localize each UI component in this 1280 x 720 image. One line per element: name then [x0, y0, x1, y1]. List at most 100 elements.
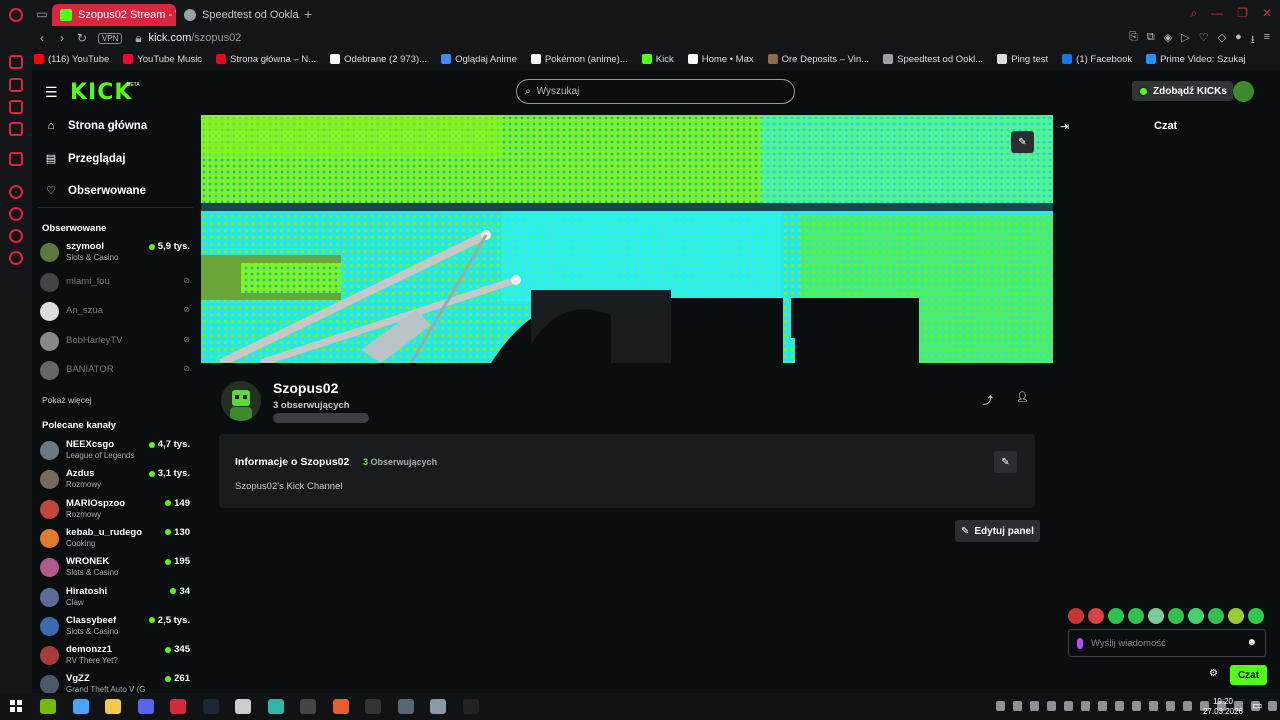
emote-icon[interactable] [1068, 608, 1084, 624]
profile-avatar[interactable] [221, 381, 261, 421]
player-icon[interactable] [9, 185, 23, 199]
emote-icon[interactable] [1148, 608, 1164, 624]
show-more-link[interactable]: Pokaż więcej [42, 395, 92, 405]
back-icon[interactable]: ‹ [32, 31, 52, 45]
youtube-icon[interactable] [9, 152, 23, 166]
tray-icon[interactable] [996, 701, 1005, 711]
pinboard-icon[interactable] [9, 229, 23, 243]
taskbar-app-icon[interactable] [202, 699, 219, 714]
followed-channel[interactable]: miami_fou ⊘ [40, 271, 190, 295]
emote-icon[interactable] [1108, 608, 1124, 624]
bookmark-item[interactable]: Speedtest od Ookl... [883, 54, 983, 65]
settings-icon[interactable] [9, 251, 23, 265]
nav-following[interactable]: ♡ Obserwowane [45, 184, 146, 198]
bookmark-item[interactable]: Strona główna – N... [216, 54, 316, 65]
whatsapp-icon[interactable] [9, 100, 23, 114]
tray-icon[interactable] [1268, 701, 1277, 711]
emote-icon[interactable] [1228, 608, 1244, 624]
emote-icon[interactable] [1248, 608, 1264, 624]
microphone-icon[interactable] [1077, 637, 1083, 649]
taskbar-app-icon[interactable] [235, 699, 251, 714]
followed-channel[interactable]: szymool Slots & Casino 5,9 tys. [40, 241, 190, 265]
recommended-channel[interactable]: kebab_u_rudego Cooking 130 [40, 527, 190, 551]
minimize-icon[interactable]: — [1211, 6, 1223, 21]
emoji-icon[interactable]: ☻ [1246, 637, 1257, 648]
taskbar-app-icon[interactable] [397, 699, 414, 714]
followed-channel[interactable]: An_szua ⊘ [40, 300, 190, 324]
user-avatar[interactable] [1233, 81, 1254, 102]
chat-send-button[interactable]: Czat [1230, 665, 1267, 685]
collapse-chat-icon[interactable]: ⇥ [1060, 120, 1069, 133]
opera-logo-icon[interactable] [9, 8, 23, 22]
tray-icon[interactable] [1013, 701, 1022, 711]
taskbar-app-icon[interactable] [72, 699, 89, 714]
taskbar-app-icon[interactable] [105, 699, 121, 714]
close-icon[interactable]: ✕ [1262, 6, 1272, 21]
tray-icon[interactable] [1115, 701, 1124, 711]
followed-channel[interactable]: BANIATOR ⊘ [40, 359, 190, 383]
clock[interactable]: 19:20 27.03.2026 [1199, 697, 1247, 717]
emote-icon[interactable] [1208, 608, 1224, 624]
tray-icon[interactable] [1149, 701, 1158, 711]
bookmark-item[interactable]: (1) Facebook [1062, 54, 1132, 65]
bookmark-item[interactable]: Kick [641, 54, 674, 65]
search-input[interactable]: ⌕ Wyszukaj [516, 79, 795, 104]
kick-logo[interactable]: KICK [70, 80, 132, 105]
maximize-icon[interactable]: ❐ [1237, 6, 1248, 21]
recommended-channel[interactable]: Classybeef Slots & Casino 2,5 tys. [40, 615, 190, 639]
get-kicks-button[interactable]: Zdobądź KICKs [1132, 81, 1233, 101]
taskbar-app-icon[interactable] [137, 699, 154, 714]
search-tabs-icon[interactable]: ⌕ [1190, 6, 1197, 21]
taskbar-app-icon[interactable] [430, 699, 446, 714]
tab-menu-icon[interactable]: ▭ [32, 7, 52, 21]
nav-home[interactable]: ⌂ Strona główna [45, 120, 148, 132]
bookmark-item[interactable]: Pokémon (anime)... [530, 54, 628, 65]
share-icon[interactable]: ⤴ [983, 392, 993, 407]
notification-icon[interactable]: ▭ [1252, 699, 1262, 712]
tray-icon[interactable] [1132, 701, 1141, 711]
recommended-channel[interactable]: WRONEK Slots & Casino 195 [40, 556, 190, 580]
new-tab-button[interactable]: + [304, 6, 312, 22]
tab-kick[interactable]: Szopus02 Stream - Watch [52, 4, 176, 26]
emote-icon[interactable] [1128, 608, 1144, 624]
vpn-badge[interactable]: VPN [98, 32, 123, 44]
bookmark-item[interactable]: Oglądaj Anime [441, 54, 517, 65]
taskbar-app-icon[interactable] [170, 699, 186, 714]
recommended-channel[interactable]: Azdus Rozmowy 3,1 tys. [40, 468, 190, 492]
edit-panel-button[interactable]: ✎ Edytuj panel [955, 520, 1040, 542]
chat-message-input[interactable]: Wyślij wiadomość ☻ [1068, 629, 1266, 657]
bookmark-item[interactable]: YouTube Music [123, 54, 202, 65]
recommended-channel[interactable]: NEEXcsgo League of Legends 4,7 tys. [40, 439, 190, 463]
emote-icon[interactable] [1088, 608, 1104, 624]
hamburger-menu-icon[interactable]: ☰ [45, 85, 58, 99]
emote-icon[interactable] [1188, 608, 1204, 624]
emote-icon[interactable] [1168, 608, 1184, 624]
tray-icon[interactable] [1047, 701, 1056, 711]
tray-icon[interactable] [1166, 701, 1175, 711]
tray-icon[interactable] [1030, 701, 1039, 711]
bookmark-item[interactable]: Ore Deposits – Vin... [767, 54, 869, 65]
recommended-channel[interactable]: demonzz1 RV There Yet? 345 [40, 644, 190, 668]
bookmark-item[interactable]: Ping test [997, 54, 1048, 65]
tray-icon[interactable] [1081, 701, 1090, 711]
edit-about-button[interactable]: ✎ [994, 451, 1017, 473]
taskbar-app-icon[interactable] [267, 699, 284, 714]
recommended-channel[interactable]: Hiratoshi Claw 34 [40, 586, 190, 610]
url-host[interactable]: kick.com [148, 32, 191, 44]
recommended-channel[interactable]: MARIOspzoo Rozmowy 149 [40, 498, 190, 522]
taskbar-app-icon[interactable] [365, 699, 381, 714]
history-icon[interactable] [9, 207, 23, 221]
bookmark-item[interactable]: (116) YouTube [34, 54, 109, 65]
url-path[interactable]: /szopus02 [191, 32, 241, 44]
nav-browse[interactable]: ▤ Przeglądaj [45, 152, 126, 166]
messenger-icon[interactable] [9, 78, 23, 92]
taskbar-app-icon[interactable] [332, 699, 349, 714]
taskbar-app-icon[interactable] [300, 699, 316, 714]
bookmark-item[interactable]: Home • Max [687, 54, 754, 65]
recommended-channel[interactable]: VgZZ Grand Theft Auto V (G 261 [40, 673, 190, 693]
tab-speedtest[interactable]: Speedtest od Ookla - glob [176, 4, 300, 26]
taskbar-app-icon[interactable] [40, 699, 56, 714]
taskbar-app-icon[interactable] [462, 699, 479, 714]
bookmark-item[interactable]: Prime Video: Szukaj [1146, 54, 1246, 65]
followed-channel[interactable]: BobHarleyTV ⊘ [40, 330, 190, 354]
